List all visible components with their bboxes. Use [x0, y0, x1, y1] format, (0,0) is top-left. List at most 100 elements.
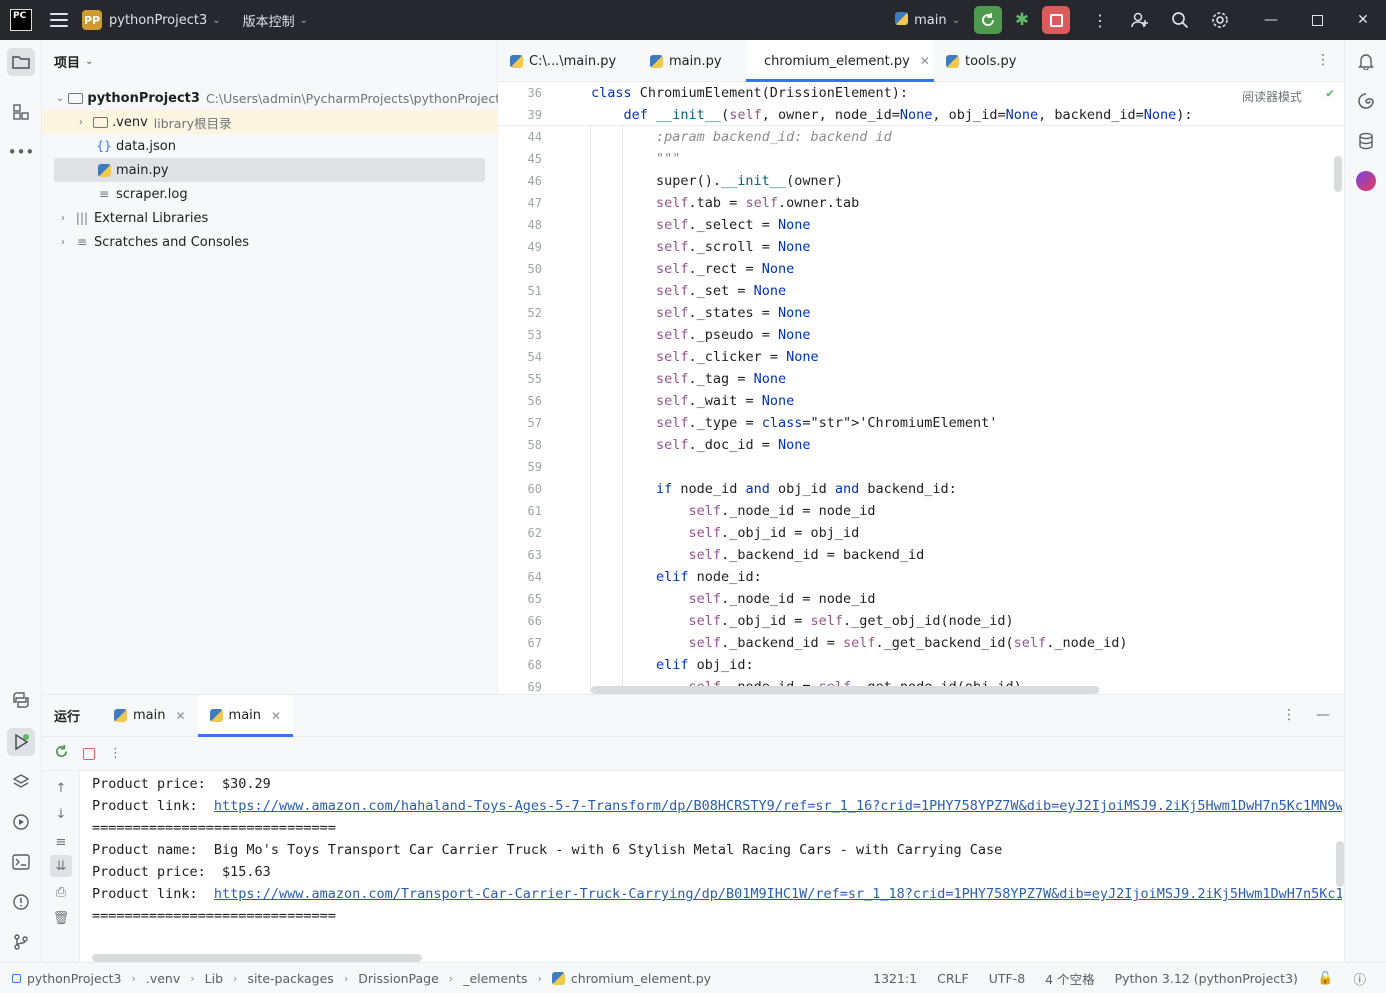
more-actions-icon[interactable]: ⋮ — [109, 746, 122, 761]
tree-item-venv[interactable]: › .venv library根目录 — [42, 110, 498, 134]
console-horizontal-scrollbar[interactable] — [92, 954, 422, 962]
close-icon[interactable]: ✕ — [175, 709, 185, 723]
tree-root[interactable]: ⌄ pythonProject3 C:\Users\admin\PycharmP… — [42, 86, 508, 110]
stop-icon[interactable] — [83, 747, 95, 760]
close-window-button[interactable]: ✕ — [1340, 0, 1386, 40]
terminal-icon[interactable] — [7, 848, 35, 876]
stop-button[interactable] — [1042, 6, 1070, 34]
main-menu-icon[interactable] — [50, 13, 68, 27]
rerun-button[interactable] — [974, 6, 1002, 34]
breadcrumb-item[interactable]: DrissionPage — [358, 971, 439, 986]
tree-item-external-libraries[interactable]: › ||| External Libraries — [42, 206, 498, 230]
project-tool-folder-icon[interactable] — [7, 48, 35, 76]
code-text: :param backend_id: backend id — [591, 129, 892, 145]
tree-item-main-py[interactable]: main.py — [54, 158, 485, 182]
notifications-bell-icon[interactable] — [1353, 48, 1379, 74]
close-icon[interactable]: ✕ — [920, 54, 930, 68]
warning-icon[interactable]: ⓘ — [1353, 969, 1366, 988]
plugin-icon[interactable] — [1353, 168, 1379, 194]
project-switcher[interactable]: pythonProject3 — [109, 13, 207, 28]
run-tab-main-1[interactable]: main ✕ — [102, 695, 198, 737]
python-interpreter[interactable]: Python 3.12 (pythonProject3) — [1115, 971, 1298, 986]
line-number: 56 — [527, 394, 542, 408]
more-tools-icon[interactable]: ••• — [7, 138, 35, 166]
services-icon[interactable] — [7, 808, 35, 836]
library-icon: ||| — [75, 211, 89, 225]
structure-icon[interactable] — [7, 98, 35, 126]
module-icon — [12, 973, 21, 983]
project-badge[interactable]: PP — [82, 10, 102, 30]
breadcrumb-item[interactable]: chromium_element.py — [551, 970, 712, 986]
minimize-button[interactable]: — — [1248, 0, 1294, 40]
ai-assistant-icon[interactable] — [1353, 88, 1379, 114]
hide-panel-icon[interactable]: — — [1316, 707, 1330, 723]
code-text: self._obj_id = obj_id — [688, 525, 860, 541]
more-actions-icon[interactable]: ⋮ — [1080, 0, 1120, 40]
indent-setting[interactable]: 4 个空格 — [1045, 969, 1094, 988]
breadcrumb-label: pythonProject3 — [27, 970, 122, 986]
tree-root-name: pythonProject3 — [87, 90, 200, 106]
breadcrumb-label: chromium_element.py — [570, 970, 712, 986]
problems-icon[interactable] — [7, 888, 35, 916]
tree-item-scratches[interactable]: › ≡ Scratches and Consoles — [42, 230, 498, 254]
breadcrumb-item[interactable]: pythonProject3 — [12, 971, 121, 986]
code-area[interactable]: 36 class ChromiumElement(DrissionElement… — [498, 82, 1344, 694]
rerun-icon[interactable] — [54, 744, 69, 763]
tab-tools-py[interactable]: tools.py — [934, 40, 1044, 82]
maximize-button[interactable] — [1294, 0, 1340, 40]
breadcrumb-item[interactable]: _elements — [463, 971, 527, 986]
more-tabs-icon[interactable]: ⋮ — [1316, 52, 1330, 68]
close-icon[interactable]: ✕ — [271, 709, 281, 723]
database-icon[interactable] — [1353, 128, 1379, 154]
tree-item-label: data.json — [116, 138, 176, 154]
python-run-config-icon — [895, 11, 909, 29]
console-line: ============================== — [92, 905, 336, 927]
tab-chromium-element-py[interactable]: chromium_element.py ✕ — [746, 40, 934, 82]
breadcrumb-item[interactable]: .venv — [146, 971, 180, 986]
vcs-menu[interactable]: 版本控制 — [243, 11, 295, 30]
product-link[interactable]: https://www.amazon.com/Transport-Car-Car… — [214, 886, 1342, 902]
arrow-down-icon[interactable]: ↓ — [52, 805, 70, 823]
product-link[interactable]: https://www.amazon.com/hahaland-Toys-Age… — [214, 798, 1342, 814]
git-branch-icon[interactable] — [7, 928, 35, 956]
tree-item-data-json[interactable]: {} data.json — [42, 134, 498, 158]
project-panel-header[interactable]: 项目 ⌄ — [42, 40, 497, 82]
python-console-icon[interactable] — [7, 686, 35, 714]
run-tab-main-2[interactable]: main ✕ — [197, 694, 294, 737]
debug-button[interactable]: ✱ — [1008, 6, 1036, 34]
breadcrumb-item[interactable]: Lib — [205, 971, 223, 986]
add-user-icon[interactable] — [1120, 0, 1160, 40]
tree-item-scraper-log[interactable]: ≡ scraper.log — [42, 182, 498, 206]
breadcrumb-label: Lib — [204, 970, 224, 986]
print-icon[interactable]: ⎙ — [52, 883, 70, 901]
arrow-up-icon[interactable]: ↑ — [52, 779, 70, 797]
breadcrumb-item[interactable]: site-packages — [247, 971, 333, 986]
layers-icon[interactable] — [7, 768, 35, 796]
gear-icon[interactable] — [1200, 0, 1240, 40]
console-vertical-scrollbar[interactable] — [1336, 841, 1344, 887]
bug-icon: ✱ — [1014, 10, 1030, 30]
check-icon[interactable]: ✔ — [1326, 86, 1334, 101]
run-options-icon[interactable]: ⋮ — [1282, 707, 1296, 723]
scroll-to-end-icon[interactable]: ⇊ — [50, 855, 72, 877]
branch-selector[interactable]: main ⌄ — [895, 11, 960, 29]
code-line: 67 self._backend_id = self._get_backend_… — [498, 632, 1338, 654]
line-separator[interactable]: CRLF — [937, 971, 969, 986]
soft-wrap-icon[interactable]: ≡ — [52, 833, 70, 851]
chevron-right-icon: › — [233, 971, 238, 985]
tab-main-py[interactable]: main.py — [638, 40, 746, 82]
lock-icon[interactable]: 🔓 — [1318, 970, 1334, 986]
horizontal-scrollbar[interactable] — [591, 686, 1099, 694]
code-line: 44 :param backend_id: backend id — [498, 126, 1338, 148]
search-icon[interactable] — [1160, 0, 1200, 40]
reader-mode-toggle[interactable]: 阅读器模式 — [1242, 88, 1302, 105]
code-line: 66 self._obj_id = self._get_obj_id(node_… — [498, 610, 1338, 632]
vertical-scrollbar[interactable] — [1334, 156, 1342, 192]
line-number: 47 — [527, 196, 542, 210]
tab-main-py-path[interactable]: C:\...\main.py — [498, 40, 638, 82]
cursor-position[interactable]: 1321:1 — [873, 971, 917, 986]
trash-icon[interactable]: 🗑 — [52, 909, 70, 927]
console-output[interactable]: Product price: $30.29 Product link: https… — [92, 771, 1342, 963]
file-encoding[interactable]: UTF-8 — [989, 971, 1025, 986]
run-tool-icon[interactable] — [7, 728, 35, 756]
